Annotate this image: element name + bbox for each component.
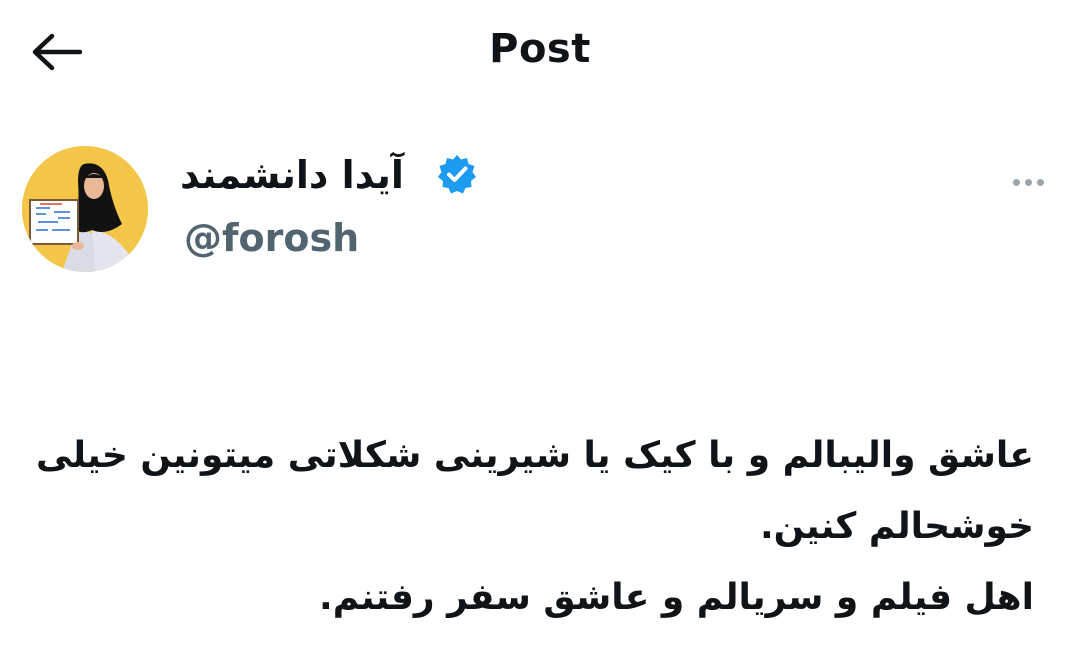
more-dot: [1024, 178, 1032, 186]
author-row: آیدا دانشمند: [180, 146, 404, 204]
more-options-button[interactable]: [1004, 164, 1052, 200]
post-line: عاشق والیبالم و با کیک یا شیرینی شکلاتی …: [36, 435, 1034, 476]
more-dot: [1036, 178, 1044, 186]
more-horizontal-icon: [1012, 178, 1020, 186]
author-handle[interactable]: @forosh: [184, 216, 359, 260]
post-line: اهل فیلم و سریالم و عاشق سفر رفتنم.: [319, 577, 1034, 618]
post-line: خوشحالم کنین.: [759, 506, 1034, 547]
author-name[interactable]: آیدا دانشمند: [180, 153, 404, 197]
post-text: عاشق والیبالم و با کیک یا شیرینی شکلاتی …: [36, 420, 1034, 633]
page-title: Post: [489, 26, 591, 72]
verified-badge-icon: [438, 155, 476, 194]
avatar[interactable]: [22, 146, 148, 272]
top-bar: Post: [0, 0, 1080, 104]
avatar-image: [22, 146, 148, 272]
